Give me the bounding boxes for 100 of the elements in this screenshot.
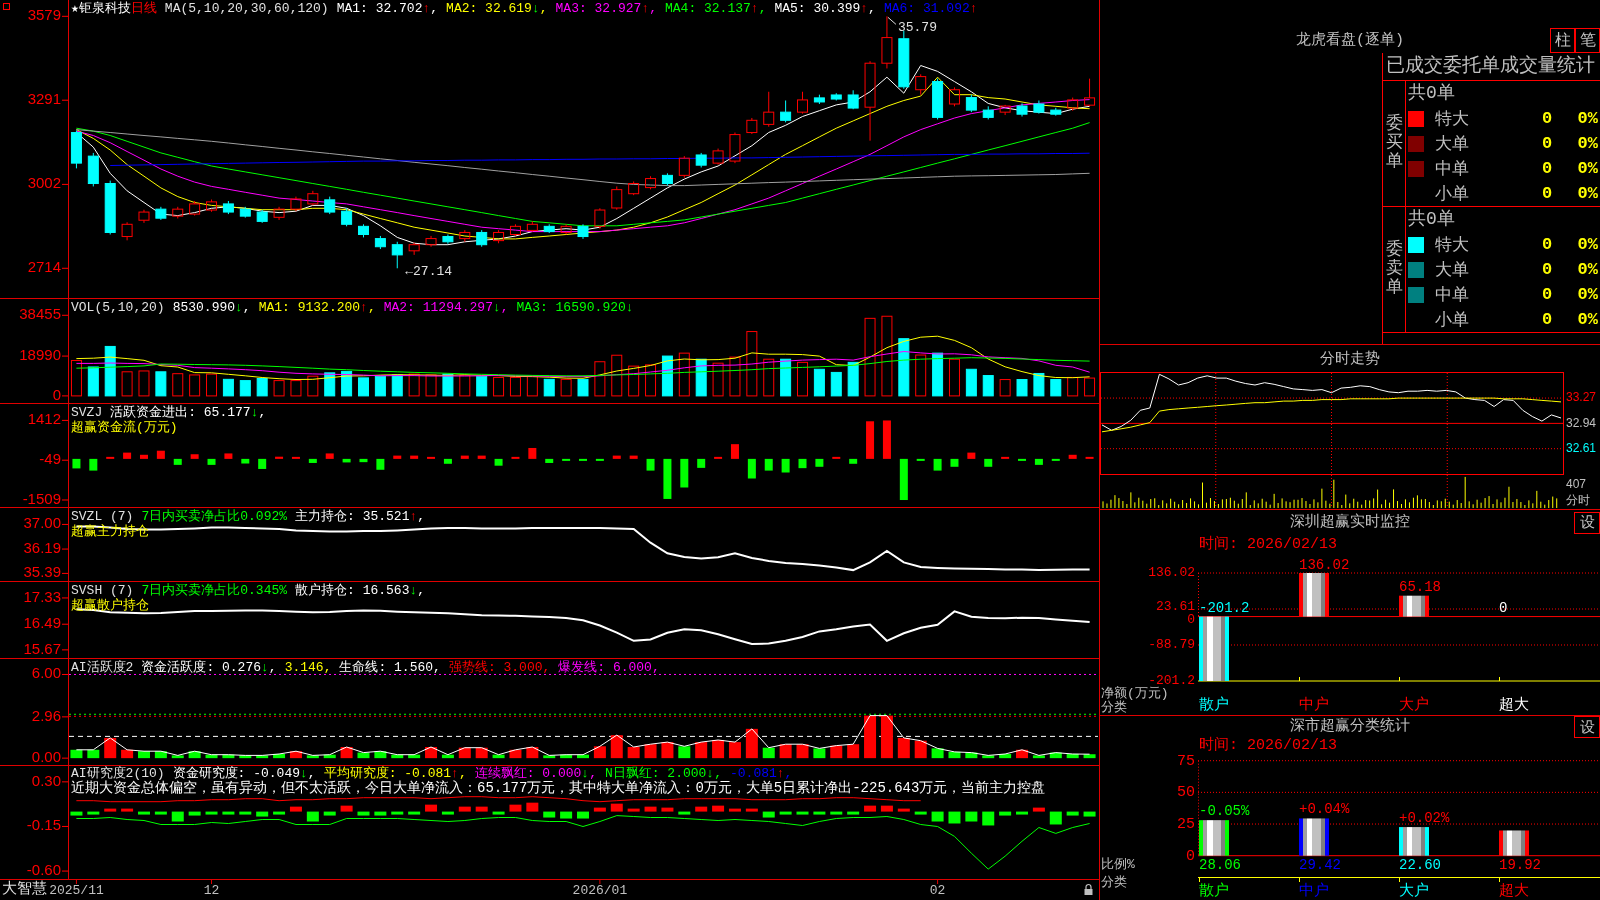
legend-text: MA3: 16590.920↓ bbox=[516, 300, 634, 315]
fund-flow-bar bbox=[511, 456, 520, 459]
research-bar bbox=[408, 811, 421, 815]
research-bar bbox=[121, 808, 134, 812]
axis-label: 0 bbox=[52, 385, 61, 403]
candle bbox=[307, 190, 319, 206]
settings-button[interactable]: 设 bbox=[1574, 511, 1600, 534]
research-bar bbox=[138, 811, 150, 815]
fund-flow-bar bbox=[241, 458, 250, 464]
fund-flow-bar bbox=[460, 455, 469, 459]
volume-bar bbox=[847, 361, 859, 397]
candle bbox=[560, 223, 572, 235]
fund-flow-bar bbox=[798, 458, 807, 469]
volume-bar bbox=[222, 378, 234, 397]
volume-bar bbox=[1067, 376, 1079, 397]
candle bbox=[526, 220, 538, 233]
chart-mode-button[interactable]: 柱 bbox=[1550, 28, 1575, 53]
candle bbox=[999, 104, 1011, 116]
volume-bar bbox=[70, 359, 82, 397]
axis-label: 18990 bbox=[19, 346, 61, 364]
order-percent: 0% bbox=[1577, 134, 1598, 153]
order-percent: 0% bbox=[1577, 310, 1598, 329]
activity-bar bbox=[999, 753, 1012, 759]
fund-flow-bar bbox=[950, 458, 959, 467]
low-price-label: ←27.14 bbox=[405, 263, 453, 279]
fund-flow-bar bbox=[764, 458, 773, 471]
fund-flow-bar bbox=[376, 458, 385, 470]
axis-label: 23.61 bbox=[1156, 598, 1195, 614]
legend-text: -0.081↑, bbox=[730, 766, 793, 781]
fund-flow-bar bbox=[528, 448, 537, 459]
activity-bar bbox=[948, 751, 961, 759]
square-icon[interactable] bbox=[3, 3, 10, 10]
fund-flow-bar bbox=[899, 458, 908, 500]
timestamp-label: 时间: 2026/02/13 bbox=[1199, 737, 1338, 754]
panel-title: 分时走势 bbox=[1320, 349, 1380, 368]
order-count: 0 bbox=[1541, 159, 1553, 178]
candle bbox=[1050, 107, 1062, 117]
order-size-label: 大单 bbox=[1435, 134, 1469, 155]
candle bbox=[1084, 78, 1096, 107]
research-bar bbox=[661, 807, 674, 812]
fund-flow-bar bbox=[393, 455, 402, 459]
legend-text: MA1: 9132.200↑, bbox=[258, 300, 376, 315]
activity-bar bbox=[593, 746, 606, 759]
research-bar bbox=[914, 811, 927, 815]
fund-flow-bar bbox=[730, 444, 739, 459]
volume-bar bbox=[138, 370, 150, 397]
candle bbox=[341, 207, 353, 227]
fund-flow-bar bbox=[427, 456, 436, 459]
axis-label: 0 bbox=[1187, 611, 1195, 627]
volume-bar bbox=[425, 374, 437, 397]
category-label: 中户 bbox=[1299, 696, 1329, 714]
candle bbox=[712, 148, 724, 166]
activity-bar bbox=[644, 744, 657, 759]
volume-bar bbox=[645, 364, 657, 397]
research-bar bbox=[1049, 811, 1062, 825]
candle bbox=[628, 181, 640, 196]
activity-bar bbox=[138, 751, 150, 759]
indicator-name: SVZJ bbox=[71, 405, 103, 420]
axis-label: -0.15 bbox=[26, 816, 61, 834]
axis-label: 0 bbox=[1186, 847, 1195, 865]
fund-flow-bar bbox=[359, 458, 368, 463]
legend-text: 强势线: 3.000, bbox=[448, 660, 551, 675]
candle bbox=[121, 221, 133, 241]
order-count: 0 bbox=[1541, 285, 1553, 304]
fund-flow-bar bbox=[443, 458, 452, 464]
volume-bar bbox=[813, 368, 825, 397]
fund-flow-bar bbox=[308, 458, 317, 463]
value-label: 136.02 bbox=[1299, 556, 1350, 573]
research-bar bbox=[779, 811, 792, 815]
candle bbox=[239, 206, 251, 219]
candle bbox=[290, 196, 302, 212]
volume-bar bbox=[121, 371, 133, 397]
fund-flow-bar bbox=[832, 456, 841, 459]
candle bbox=[425, 235, 437, 248]
activity-bar bbox=[289, 751, 302, 759]
research-bar bbox=[864, 805, 877, 812]
axis-label: 6.00 bbox=[31, 664, 61, 682]
research-bar bbox=[441, 811, 454, 815]
research-bar bbox=[171, 811, 184, 822]
research-bar bbox=[948, 811, 961, 824]
axis-label: -88.79 bbox=[1148, 637, 1195, 653]
axis-label: -1509 bbox=[22, 489, 61, 507]
legend-text: 连续飘红: 0.000↓, bbox=[474, 766, 597, 781]
chart-mode-button[interactable]: 笔 bbox=[1575, 28, 1600, 53]
volume-caption: 分时 bbox=[1566, 493, 1590, 508]
volume-bar bbox=[391, 374, 403, 397]
legend-text: MA2: 11294.297↓, bbox=[383, 300, 509, 315]
activity-bar bbox=[1066, 753, 1079, 759]
axis-label: 3291 bbox=[27, 90, 61, 108]
research-bar bbox=[70, 811, 83, 816]
legend-text: 8530.990↓, bbox=[172, 300, 251, 315]
candle bbox=[476, 229, 488, 248]
candle bbox=[324, 196, 336, 215]
period-label: 日线 bbox=[130, 1, 157, 16]
volume-bar bbox=[949, 358, 960, 397]
candle bbox=[391, 241, 403, 269]
settings-button[interactable]: 设 bbox=[1574, 716, 1600, 738]
candle bbox=[797, 91, 808, 115]
axis-label: 25 bbox=[1177, 816, 1195, 833]
volume-bar bbox=[155, 371, 167, 397]
